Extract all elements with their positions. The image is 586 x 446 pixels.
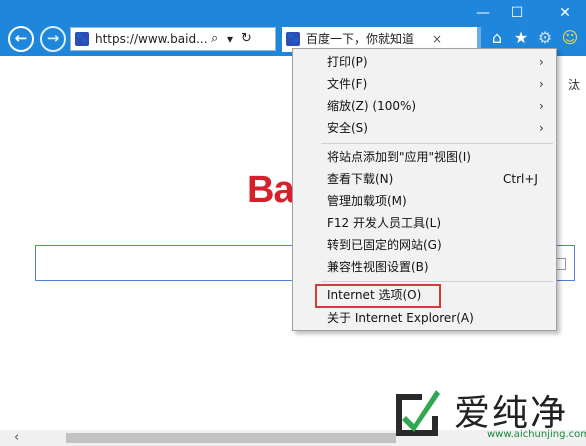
search-icon[interactable]: ⌕ — [211, 28, 218, 50]
chevron-right-icon: › — [539, 121, 544, 135]
menu-item-file[interactable]: 文件(F) › — [293, 74, 556, 95]
minimize-button[interactable]: — — [468, 2, 498, 24]
baidu-favicon-icon: 🐾 — [75, 32, 89, 46]
baidu-favicon-icon: 🐾 — [286, 32, 300, 46]
shortcut-label: Ctrl+J — [503, 172, 538, 186]
maximize-button[interactable]: ☐ — [502, 2, 532, 24]
scroll-thumb[interactable] — [66, 433, 396, 443]
chevron-right-icon: › — [539, 99, 544, 113]
menu-item-view-downloads[interactable]: 查看下载(N) Ctrl+J — [293, 169, 556, 190]
camera-icon[interactable] — [556, 258, 566, 270]
address-url: https://www.baid... — [95, 32, 208, 46]
chevron-right-icon: › — [539, 55, 544, 69]
menu-item-about-ie[interactable]: 关于 Internet Explorer(A) — [293, 308, 556, 329]
tools-gear-icon[interactable]: ⚙ — [535, 28, 555, 48]
baidu-logo: Ba — [247, 169, 295, 211]
favorites-star-icon[interactable]: ★ — [511, 28, 531, 48]
watermark: 爱纯净 www.aichunjing.com — [392, 382, 586, 446]
smiley-feedback-icon[interactable]: ☺ — [560, 28, 580, 48]
home-icon[interactable]: ⌂ — [487, 28, 507, 48]
menu-item-manage-addons[interactable]: 管理加载项(M) — [293, 191, 556, 212]
menu-separator — [321, 143, 553, 144]
highlight-box — [315, 284, 441, 308]
menu-item-pinned-sites[interactable]: 转到已固定的网站(G) — [293, 235, 556, 256]
back-button[interactable]: ← — [8, 26, 34, 52]
tools-menu: 打印(P) › 文件(F) › 缩放(Z) (100%) › 安全(S) › 将… — [292, 48, 557, 331]
menu-separator — [321, 281, 553, 282]
menu-item-zoom[interactable]: 缩放(Z) (100%) › — [293, 96, 556, 117]
watermark-url: www.aichunjing.com — [487, 429, 586, 440]
scroll-left-icon[interactable]: ‹ — [14, 430, 19, 446]
refresh-icon[interactable]: ↻ — [241, 28, 252, 50]
menu-item-add-site-to-apps[interactable]: 将站点添加到"应用"视图(I) — [293, 147, 556, 168]
menu-item-print[interactable]: 打印(P) › — [293, 52, 556, 73]
chevron-right-icon: › — [539, 77, 544, 91]
address-bar[interactable]: 🐾 https://www.baid... ⌕ ▾ ↻ — [70, 27, 276, 51]
menu-item-f12-dev-tools[interactable]: F12 开发人员工具(L) — [293, 213, 556, 234]
forward-button[interactable]: → — [40, 26, 66, 52]
dropdown-icon[interactable]: ▾ — [227, 28, 233, 50]
close-button[interactable]: ✕ — [550, 2, 580, 24]
menu-item-compatibility-view[interactable]: 兼容性视图设置(B) — [293, 257, 556, 278]
menu-item-safety[interactable]: 安全(S) › — [293, 118, 556, 139]
top-link-fragment[interactable]: 汰 — [568, 76, 580, 93]
aichunjing-logo-icon — [396, 390, 440, 436]
